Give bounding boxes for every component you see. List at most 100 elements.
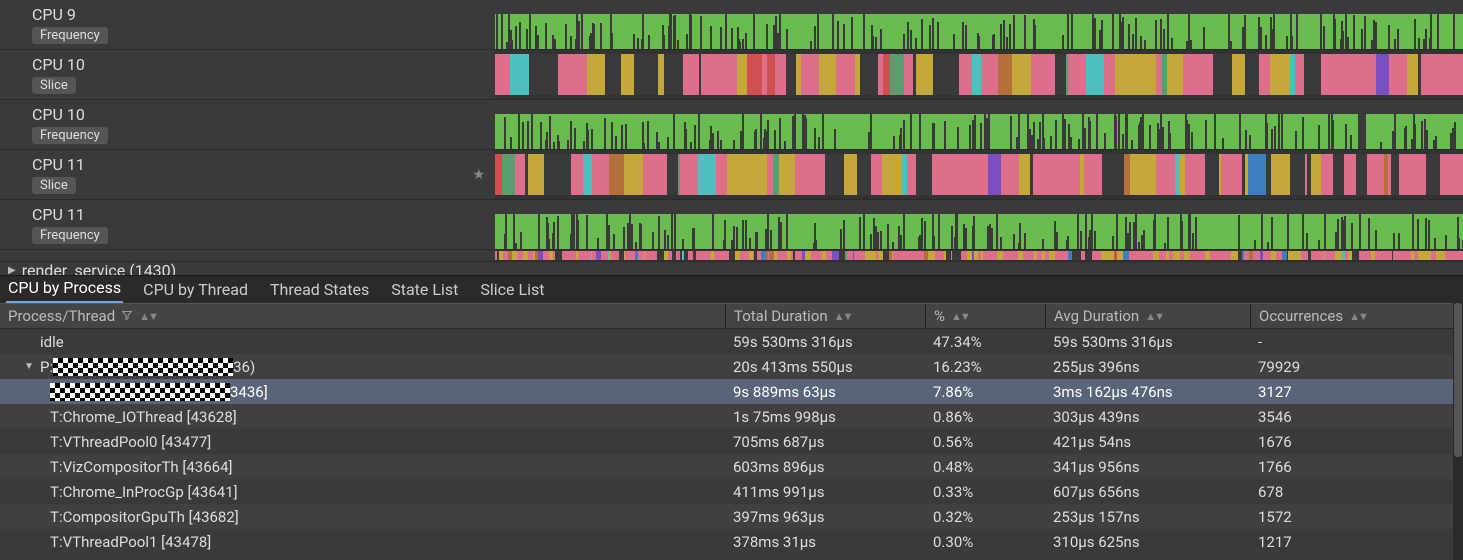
slice-bar[interactable] <box>959 54 972 95</box>
slice-bar[interactable] <box>1080 54 1087 95</box>
slice-bar[interactable] <box>1446 54 1463 95</box>
slice-bar[interactable] <box>1321 154 1333 195</box>
slice-bar[interactable] <box>981 54 998 95</box>
slice-bar[interactable] <box>940 54 959 95</box>
slice-bar[interactable] <box>813 154 825 195</box>
star-icon[interactable]: ★ <box>472 167 485 183</box>
slice-bar[interactable] <box>542 54 558 95</box>
slice-bar[interactable] <box>1290 154 1298 195</box>
slice-bar[interactable] <box>890 54 904 95</box>
slice-bar[interactable] <box>1458 251 1463 260</box>
slice-bar[interactable] <box>1294 251 1301 260</box>
slice-bar[interactable] <box>859 251 866 260</box>
slice-bar[interactable] <box>1188 54 1201 95</box>
slice-bar[interactable] <box>1156 154 1175 195</box>
slice-bar[interactable] <box>1245 54 1259 95</box>
slice-bar[interactable] <box>1389 54 1407 95</box>
slice-bar[interactable] <box>716 154 727 195</box>
chevron-right-icon[interactable]: ▶ <box>8 265 16 276</box>
slice-bar[interactable] <box>651 251 658 260</box>
slice-bar[interactable] <box>698 154 716 195</box>
slice-bar[interactable] <box>1253 251 1260 260</box>
track-badge[interactable]: Frequency <box>32 27 108 44</box>
slice-bar[interactable] <box>1194 154 1202 195</box>
slice-bar[interactable] <box>529 54 541 95</box>
slice-bar[interactable] <box>592 154 609 195</box>
track-body-freq[interactable] <box>495 100 1463 149</box>
slice-bar[interactable] <box>1385 251 1392 260</box>
slice-bar[interactable] <box>928 251 935 260</box>
slice-bar[interactable] <box>558 54 565 95</box>
slice-bar[interactable] <box>1144 54 1155 95</box>
slice-bar[interactable] <box>605 54 621 95</box>
track-header[interactable]: CPU 11 Slice ★ <box>0 150 495 199</box>
slice-bar[interactable] <box>1352 54 1370 95</box>
slice-bar[interactable] <box>905 251 912 260</box>
slice-bar[interactable] <box>1086 54 1104 95</box>
slice-bar[interactable] <box>1031 54 1041 95</box>
slice-bar[interactable] <box>730 54 737 95</box>
slice-bar[interactable] <box>1041 54 1055 95</box>
slice-bar[interactable] <box>634 54 641 95</box>
track-badge[interactable]: Frequency <box>32 127 108 144</box>
slice-bar[interactable] <box>601 251 608 260</box>
slice-bar[interactable] <box>747 54 762 95</box>
tab-cpu-by-thread[interactable]: CPU by Thread <box>141 278 250 303</box>
sort-icon[interactable]: ▲▼ <box>139 310 157 323</box>
slice-bar[interactable] <box>1333 54 1346 95</box>
scrollbar-thumb[interactable] <box>1454 303 1462 457</box>
slice-bar[interactable] <box>583 154 592 195</box>
slice-bar[interactable] <box>568 251 575 260</box>
slice-bar[interactable] <box>515 154 525 195</box>
track-row-cpu10-slice[interactable]: CPU 10 Slice <box>0 50 1463 100</box>
tab-state-list[interactable]: State List <box>389 278 460 303</box>
filter-icon[interactable] <box>121 307 133 325</box>
slice-bar[interactable] <box>1333 154 1344 195</box>
slice-bar[interactable] <box>1407 54 1418 95</box>
slice-bar[interactable] <box>904 54 914 95</box>
table-row[interactable]: T:VThreadPool0 [43477]705ms 687µs0.56%42… <box>0 429 1453 454</box>
slice-bar[interactable] <box>624 154 640 195</box>
slice-bar[interactable] <box>1225 154 1233 195</box>
slice-bar[interactable] <box>1271 154 1290 195</box>
slice-bar[interactable] <box>907 154 916 195</box>
slice-bar[interactable] <box>510 54 530 95</box>
slice-bar[interactable] <box>727 154 738 195</box>
sort-icon[interactable]: ▲▼ <box>1145 310 1163 323</box>
track-row-cpu10-freq[interactable]: CPU 10 Frequency <box>0 100 1463 150</box>
slice-bar[interactable] <box>719 54 730 95</box>
table-row[interactable]: ▼P:36)20s 413ms 550µs16.23%255µs 396ns79… <box>0 354 1453 379</box>
slice-bar[interactable] <box>1001 154 1019 195</box>
slice-bar[interactable] <box>1039 154 1058 195</box>
slice-bar[interactable] <box>1126 54 1144 95</box>
track-row-render-service[interactable]: ▶ render_service (1430) <box>0 259 176 275</box>
column-header-avg-duration[interactable]: Avg Duration ▲▼ <box>1045 304 1250 328</box>
slice-bar[interactable] <box>495 54 510 95</box>
slice-bar[interactable] <box>495 154 502 195</box>
slice-bar[interactable] <box>691 154 698 195</box>
slice-bar[interactable] <box>1012 54 1028 95</box>
slice-bar[interactable] <box>1321 54 1333 95</box>
slice-bar[interactable] <box>667 154 678 195</box>
slice-bar[interactable] <box>1367 154 1385 195</box>
slice-bar[interactable] <box>1428 54 1447 95</box>
vertical-scrollbar[interactable] <box>1453 303 1463 560</box>
slice-bar[interactable] <box>1391 154 1399 195</box>
slice-bar[interactable] <box>972 54 981 95</box>
slice-bar[interactable] <box>998 54 1012 95</box>
slice-bar[interactable] <box>1019 154 1030 195</box>
slice-bar[interactable] <box>1248 154 1266 195</box>
column-header-total-duration[interactable]: Total Duration ▲▼ <box>725 304 925 328</box>
table-row[interactable]: T:VizCompositorTh [43664]603ms 896µs0.48… <box>0 454 1453 479</box>
slice-bar[interactable] <box>1167 54 1183 95</box>
tab-cpu-by-process[interactable]: CPU by Process <box>6 276 123 303</box>
slice-bar[interactable] <box>1304 54 1320 95</box>
track-body-slice[interactable] <box>495 150 1463 199</box>
slice-bar[interactable] <box>1311 154 1321 195</box>
slice-bar[interactable] <box>1335 251 1342 260</box>
chevron-down-icon[interactable]: ▼ <box>24 361 34 372</box>
slice-bar[interactable] <box>1068 54 1079 95</box>
sort-icon[interactable]: ▲▼ <box>1349 310 1367 323</box>
slice-bar[interactable] <box>1084 154 1098 195</box>
tab-thread-states[interactable]: Thread States <box>268 278 371 303</box>
